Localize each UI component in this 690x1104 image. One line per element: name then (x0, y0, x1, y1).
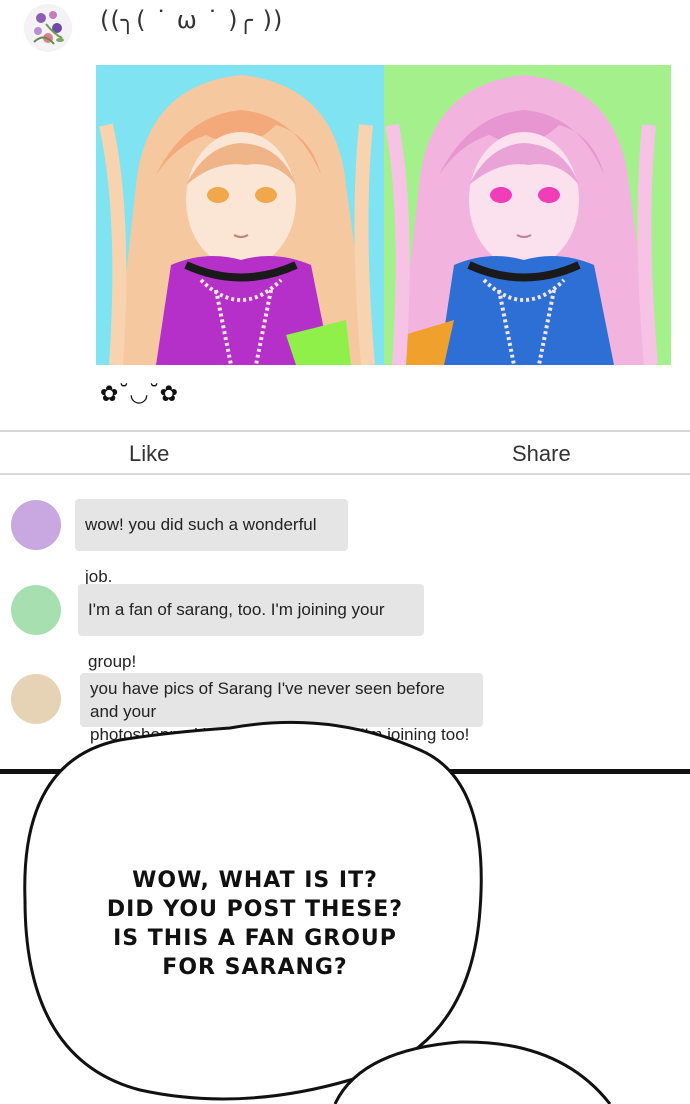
comment-bubble: I'm a fan of sarang, too. I'm joining yo… (78, 584, 424, 671)
action-bar-top-divider (0, 430, 690, 432)
left-portrait (96, 65, 384, 365)
like-button[interactable]: Like (129, 441, 169, 467)
speech-line: IS THIS A FAN GROUP (113, 926, 397, 951)
action-bar-bottom-divider (0, 473, 690, 475)
comment-avatar[interactable] (11, 500, 61, 550)
post-caption: ((╮( ˙ ω ˙ )╭ )) (100, 6, 284, 34)
comment-line: you have pics of Sarang I've never seen … (90, 679, 445, 721)
comment-avatar[interactable] (11, 674, 61, 724)
speech-text: WOW, WHAT IS IT? DID YOU POST THESE? IS … (70, 866, 440, 982)
comment-bubble: you have pics of Sarang I've never seen … (80, 673, 483, 744)
post-image[interactable] (96, 65, 671, 365)
speech-line: WOW, WHAT IS IT? (132, 868, 378, 893)
speech-line: FOR SARANG? (162, 955, 348, 980)
speech-line: DID YOU POST THESE? (106, 897, 404, 922)
flower-avatar-icon (24, 4, 72, 52)
poster-avatar[interactable] (24, 4, 72, 52)
share-button[interactable]: Share (512, 441, 571, 467)
comment-avatar[interactable] (11, 585, 61, 635)
post-emote: ✿˘◡˘✿ (100, 382, 179, 407)
comment-bubble: wow! you did such a wonderful job. (75, 499, 348, 586)
right-portrait (384, 65, 671, 365)
